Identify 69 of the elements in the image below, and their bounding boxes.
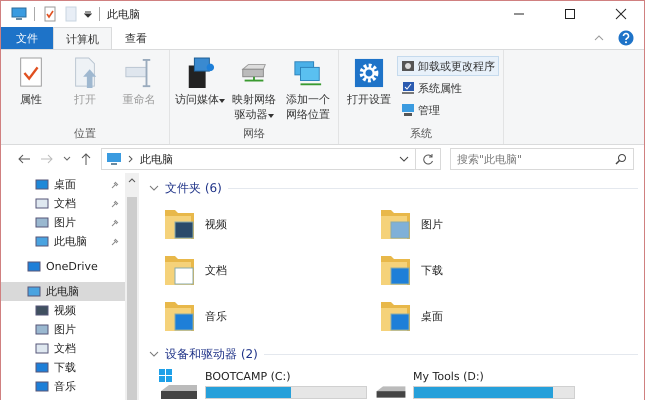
computer-icon <box>106 152 122 166</box>
pin-icon <box>111 200 119 208</box>
ribbon-small-button[interactable]: 系统属性 <box>397 78 499 98</box>
nav-item[interactable]: 视频 <box>1 301 125 320</box>
nav-item[interactable]: 图片 <box>1 320 125 339</box>
group-label: 系统 <box>409 126 433 142</box>
window-title: 此电脑 <box>107 6 140 22</box>
scrollbar[interactable] <box>125 173 139 400</box>
collapse-icon[interactable] <box>149 184 159 192</box>
nav-item[interactable]: 文档 <box>1 194 125 213</box>
drive-name[interactable]: My Tools (D:) <box>413 370 575 383</box>
nav-item[interactable]: 此电脑 <box>1 282 125 301</box>
back-icon[interactable] <box>17 153 31 165</box>
nav-item[interactable]: 桌面 <box>1 175 125 194</box>
ribbon-button[interactable]: 打开设置 <box>343 54 395 126</box>
chevron-icon <box>128 155 134 163</box>
collapse-ribbon-icon[interactable] <box>594 34 604 42</box>
pin-icon <box>111 238 119 246</box>
ribbon-button[interactable]: 添加一个网络位置 <box>282 54 334 126</box>
help-icon[interactable] <box>618 30 634 46</box>
close-icon <box>615 8 627 20</box>
folder-item[interactable]: 文档 <box>163 247 379 293</box>
settings-icon <box>354 56 384 90</box>
drive-name[interactable]: BOOTCAMP (C:) <box>205 370 367 383</box>
collapse-icon[interactable] <box>149 350 159 358</box>
pin-icon <box>111 218 119 226</box>
section-heading[interactable]: 文件夹 (6) <box>165 180 222 196</box>
maximize-icon <box>564 8 576 20</box>
folder-item[interactable]: 图片 <box>379 201 579 247</box>
section-heading[interactable]: 设备和驱动器 (2) <box>165 346 258 362</box>
ribbon-button[interactable]: 属性 <box>5 54 57 126</box>
ribbon-small-button[interactable]: 管理 <box>397 100 499 120</box>
address-path: 此电脑 <box>140 152 173 166</box>
folder-item[interactable]: 桌面 <box>379 293 579 339</box>
up-icon[interactable] <box>80 152 92 166</box>
checklist-icon[interactable] <box>42 6 58 22</box>
group-label: 位置 <box>73 126 97 142</box>
dropdown-icon[interactable] <box>399 155 409 163</box>
recent-caret-icon[interactable] <box>63 155 71 163</box>
nav-item[interactable]: 下载 <box>1 358 125 377</box>
program-icon <box>401 59 415 73</box>
dropdown-icon[interactable] <box>84 10 92 18</box>
nav-item[interactable]: 文档 <box>1 339 125 358</box>
computer-icon[interactable] <box>11 6 27 22</box>
nav-item[interactable]: OneDrive <box>1 257 125 276</box>
pin-icon <box>111 180 119 188</box>
folder-item[interactable]: 视频 <box>163 201 379 247</box>
scrollbar-thumb[interactable] <box>127 197 137 400</box>
nav-item[interactable]: 音乐 <box>1 377 125 396</box>
system-properties-icon <box>401 81 415 95</box>
folder-item[interactable]: 音乐 <box>163 293 379 339</box>
nav-item[interactable]: 此电脑 <box>1 232 125 251</box>
ribbon-tab[interactable]: 查看 <box>112 27 160 49</box>
ribbon-tab[interactable]: 文件 <box>1 27 53 49</box>
scroll-up-icon[interactable] <box>128 177 136 183</box>
nav-item[interactable]: 图片 <box>1 213 125 232</box>
refresh-icon[interactable] <box>422 153 434 165</box>
ribbon-button[interactable]: 访问媒体 <box>174 54 226 126</box>
address-bar[interactable]: 此电脑 <box>101 148 441 170</box>
caret-icon <box>268 114 274 118</box>
ribbon-button[interactable]: 映射网络驱动器 <box>228 54 280 126</box>
management-icon <box>401 103 415 117</box>
ribbon-tab[interactable]: 计算机 <box>53 27 112 50</box>
search-icon[interactable] <box>615 153 627 165</box>
ribbon-small-button[interactable]: 卸载或更改程序 <box>397 56 499 76</box>
folder-item[interactable]: 下载 <box>379 247 579 293</box>
caret-icon <box>219 99 225 103</box>
search-field[interactable]: 搜索"此电脑" <box>450 148 634 170</box>
group-label: 网络 <box>242 126 266 142</box>
